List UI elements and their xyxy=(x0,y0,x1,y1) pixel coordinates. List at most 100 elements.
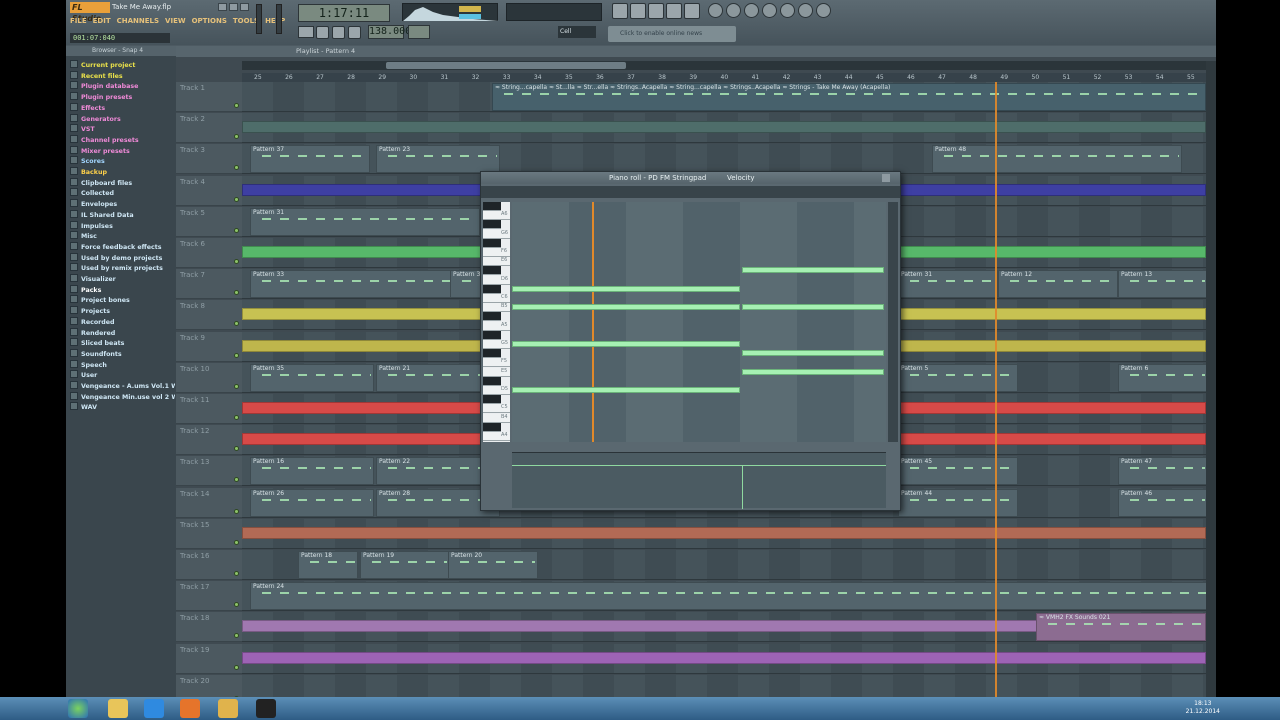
system-clock[interactable]: 18:13 21.12.2014 xyxy=(1186,700,1220,716)
undo-icon[interactable] xyxy=(708,3,723,18)
ie-icon[interactable] xyxy=(144,699,164,718)
piano-key[interactable]: A5 xyxy=(483,321,510,331)
pause-button[interactable] xyxy=(316,26,329,39)
render-icon[interactable] xyxy=(744,3,759,18)
piano-key[interactable]: A6 xyxy=(483,211,510,221)
piano-key[interactable] xyxy=(483,422,501,432)
browser-item[interactable]: Vengeance Min.use vol 2 WAV xyxy=(70,391,175,402)
track-lane[interactable] xyxy=(242,518,1206,549)
track-header[interactable]: Track 3 xyxy=(176,144,242,175)
track-header[interactable]: Track 7 xyxy=(176,269,242,300)
tempo-display[interactable]: 138.000 xyxy=(368,25,411,39)
automation-clip[interactable] xyxy=(242,651,1206,664)
pattern-clip[interactable]: Pattern 5 xyxy=(898,363,1018,392)
piano-roll-scrollbar[interactable] xyxy=(888,202,898,442)
track-mute-led[interactable] xyxy=(234,352,239,358)
cut-icon[interactable] xyxy=(762,3,777,18)
pattern-clip[interactable]: Pattern 47 xyxy=(1118,457,1208,486)
piano-key[interactable] xyxy=(483,202,501,211)
track-header[interactable]: Track 8 xyxy=(176,300,242,331)
track-header[interactable]: Track 14 xyxy=(176,487,242,518)
track-mute-led[interactable] xyxy=(234,539,239,545)
track-mute-led[interactable] xyxy=(234,602,239,608)
piano-key[interactable]: C5 xyxy=(483,404,510,414)
track-mute-led[interactable] xyxy=(234,227,239,233)
browser-item[interactable]: User xyxy=(70,370,175,380)
pattern-clip[interactable]: ≈ VMH2 FX Sounds 021 xyxy=(1036,613,1206,642)
piano-key[interactable]: B5 xyxy=(483,303,510,313)
velocity-lane[interactable] xyxy=(512,452,886,509)
stop-button[interactable] xyxy=(332,26,345,39)
track-header[interactable]: Track 11 xyxy=(176,394,242,424)
track-header[interactable]: Track 17 xyxy=(176,581,242,612)
pattern-clip[interactable]: Pattern 20 xyxy=(448,551,538,579)
pattern-clip[interactable]: Pattern 19 xyxy=(360,551,450,579)
pattern-clip[interactable]: Pattern 31 xyxy=(250,207,480,236)
track-header[interactable]: Track 13 xyxy=(176,456,242,487)
browser-item[interactable]: Vengeance - A.ums Vol.1 WAV xyxy=(70,381,175,391)
track-header[interactable]: Track 15 xyxy=(176,518,242,549)
close-icon[interactable] xyxy=(882,174,890,182)
track-header[interactable]: Track 19 xyxy=(176,643,242,674)
pattern-clip[interactable]: Pattern 13 xyxy=(1118,270,1208,299)
automation-clip[interactable] xyxy=(242,526,1206,539)
browser-item[interactable]: Generators xyxy=(70,113,175,124)
track-lane[interactable]: Pattern 24 xyxy=(242,581,1210,612)
start-button-icon[interactable] xyxy=(68,699,88,718)
piano-key[interactable] xyxy=(483,395,501,405)
track-header[interactable]: Track 18 xyxy=(176,612,242,643)
track-lane[interactable]: Pattern 37 Pattern 23 Pattern 48 xyxy=(242,144,1206,175)
browser-item[interactable]: Projects xyxy=(70,306,175,316)
piano-key[interactable] xyxy=(483,284,501,294)
browser-item[interactable]: Plugin database xyxy=(70,81,175,91)
piano-key[interactable]: D5 xyxy=(483,386,510,395)
track-header[interactable]: Track 6 xyxy=(176,238,242,268)
automation-clip[interactable] xyxy=(242,121,1206,134)
piano-key[interactable]: G6 xyxy=(483,229,510,239)
browser-item[interactable]: Current project xyxy=(70,60,175,70)
piano-keyboard[interactable]: A6 G6 F6 E6 D6 C6 B5 A5 G5 F5 E5 D5 C5 B4 A4 xyxy=(483,202,510,442)
piano-key[interactable] xyxy=(483,376,501,386)
piano-roll-icon[interactable] xyxy=(630,3,646,19)
piano-key[interactable]: B4 xyxy=(483,413,510,423)
browser-item[interactable]: Backup xyxy=(70,167,175,177)
track-lane[interactable] xyxy=(242,643,1206,674)
browser-item[interactable]: Misc xyxy=(70,231,175,241)
track-mute-led[interactable] xyxy=(234,571,239,576)
snap-select[interactable]: Cell xyxy=(558,26,596,38)
browser-item[interactable]: Mixer presets xyxy=(70,145,175,156)
piano-note[interactable] xyxy=(742,267,884,274)
maximize-icon[interactable] xyxy=(229,3,238,11)
browser-item[interactable]: Channel presets xyxy=(70,134,175,145)
browser-item[interactable]: Used by demo projects xyxy=(70,252,175,263)
piano-key[interactable] xyxy=(483,349,501,359)
track-mute-led[interactable] xyxy=(234,134,239,140)
pattern-clip[interactable]: Pattern 46 xyxy=(1118,488,1208,517)
browser-item[interactable]: Recorded xyxy=(70,316,175,327)
piano-key[interactable]: F6 xyxy=(483,248,510,257)
note-grid[interactable] xyxy=(512,202,886,442)
bar-ruler[interactable]: 25 26 27 28 29 30 31 32 33 34 35 36 37 38 39 40 41 42 43 44… xyxy=(242,73,1206,82)
browser-item[interactable]: VST xyxy=(70,124,175,134)
pattern-clip[interactable]: Pattern 35 xyxy=(250,363,374,392)
track-header[interactable]: Track 4 xyxy=(176,175,242,206)
browser-item[interactable]: Effects xyxy=(70,102,175,113)
browser-item[interactable]: Soundfonts xyxy=(70,348,175,359)
pattern-clip[interactable]: Pattern 18 xyxy=(298,551,358,579)
track-lane[interactable]: ≈ String...capella ≈ St...lla ≈ Str...el… xyxy=(242,82,1206,112)
piano-note[interactable] xyxy=(742,350,884,357)
piano-key[interactable]: E5 xyxy=(483,367,510,377)
master-volume-slider[interactable] xyxy=(256,4,262,34)
piano-roll-titlebar[interactable]: Piano roll - PD FM Stringpad Velocity xyxy=(481,172,900,184)
channel-rack-icon[interactable] xyxy=(648,3,664,19)
track-mute-led[interactable] xyxy=(234,415,239,420)
pattern-clip[interactable]: Pattern 44 xyxy=(898,488,1018,517)
browser-item[interactable]: Rendered xyxy=(70,327,175,338)
track-mute-led[interactable] xyxy=(234,664,239,670)
browser-item[interactable]: Impulses xyxy=(70,220,175,231)
browser-item[interactable]: Plugin presets xyxy=(70,92,175,102)
browser-item[interactable]: Force feedback effects xyxy=(70,241,175,252)
piano-note[interactable] xyxy=(512,341,740,347)
pattern-clip[interactable]: Pattern 33 xyxy=(250,270,470,299)
piano-key[interactable]: F5 xyxy=(483,358,510,368)
